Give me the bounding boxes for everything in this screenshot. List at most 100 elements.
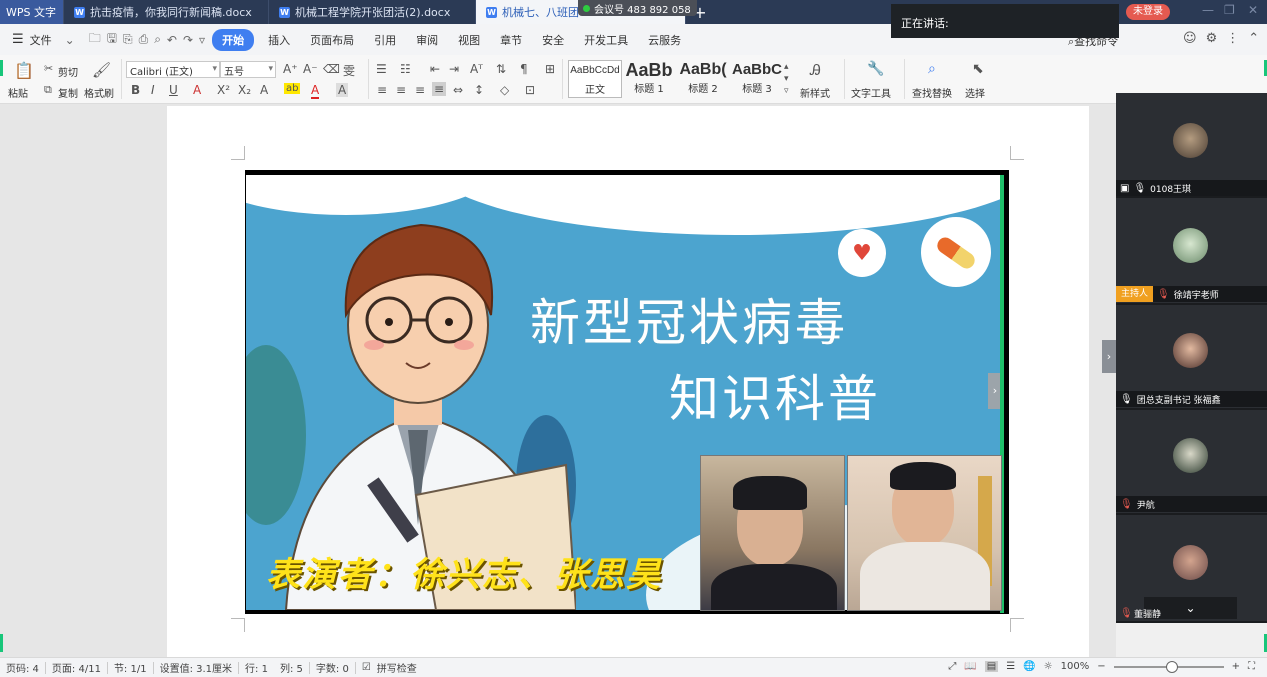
meeting-id-chip[interactable]: 会议号 483 892 058 bbox=[578, 0, 697, 16]
show-marks-icon[interactable]: ¶ bbox=[520, 62, 528, 76]
copy-button[interactable]: 复制 bbox=[58, 85, 78, 100]
paste-button[interactable]: 粘贴 bbox=[8, 85, 28, 100]
maximize-icon[interactable]: ❐ bbox=[1224, 3, 1235, 17]
shrink-font-icon[interactable]: A⁻ bbox=[303, 62, 318, 76]
login-button[interactable]: 未登录 bbox=[1126, 4, 1170, 20]
print-preview-icon[interactable]: ⌕ bbox=[151, 32, 164, 47]
font-color-icon[interactable]: A bbox=[311, 83, 320, 99]
open-folder-icon[interactable]: 🗀 bbox=[86, 29, 104, 50]
tab-wps-app[interactable]: WPS 文字 bbox=[0, 0, 64, 24]
text-tools-button[interactable]: 文字工具 bbox=[851, 85, 891, 100]
outline-view-icon[interactable]: ☰ bbox=[1006, 661, 1015, 672]
zoom-out-icon[interactable]: − bbox=[1097, 661, 1105, 672]
participant-tile[interactable]: 🎙 尹航 bbox=[1116, 410, 1267, 515]
increase-indent-icon[interactable]: ⇥ bbox=[449, 62, 459, 76]
underline-icon[interactable]: U bbox=[169, 83, 178, 97]
spell-check-label[interactable]: 拼写检查 bbox=[377, 660, 417, 675]
zoom-level[interactable]: 100% bbox=[1061, 661, 1090, 672]
participant-tile[interactable]: ⌄ 🎙 董骊静 bbox=[1116, 515, 1267, 623]
find-replace-icon[interactable]: ⌕ bbox=[928, 61, 936, 77]
menu-home[interactable]: 开始 bbox=[212, 28, 255, 51]
font-size-select[interactable]: 五号 bbox=[220, 61, 276, 78]
style-normal[interactable]: AaBbCcDd 正文 bbox=[568, 60, 622, 98]
spell-check-icon[interactable]: ☑ bbox=[356, 662, 377, 673]
format-painter-icon[interactable]: 🖌 bbox=[92, 61, 111, 79]
select-button[interactable]: 选择 bbox=[965, 85, 985, 100]
distribute-icon[interactable]: ⇔ bbox=[453, 83, 463, 97]
menu-insert[interactable]: 插入 bbox=[258, 32, 300, 48]
menu-file[interactable]: 文件 bbox=[28, 32, 62, 48]
superscript-icon[interactable]: X² bbox=[217, 83, 230, 97]
web-view-icon[interactable]: 🌐 bbox=[1023, 661, 1035, 672]
numbered-list-icon[interactable]: ☷ bbox=[400, 62, 411, 76]
style-heading-3[interactable]: AaBbC 标题 3 bbox=[730, 60, 784, 98]
participant-tile[interactable]: ▣ 🎙 0108王琪 bbox=[1116, 93, 1267, 198]
menu-references[interactable]: 引用 bbox=[364, 32, 406, 48]
menu-cloud[interactable]: 云服务 bbox=[638, 32, 691, 48]
more-icon[interactable]: ⋮ bbox=[1226, 31, 1239, 46]
table-icon[interactable]: ⊞ bbox=[545, 62, 555, 76]
status-word-count[interactable]: 字数: 0 bbox=[310, 660, 355, 675]
print-icon[interactable]: ⎙ bbox=[136, 32, 152, 47]
status-page[interactable]: 页面: 4/11 bbox=[46, 660, 107, 675]
zoom-slider-knob[interactable] bbox=[1165, 660, 1178, 673]
char-shading-icon[interactable]: A bbox=[336, 83, 349, 97]
align-right-icon[interactable]: ≡ bbox=[415, 83, 425, 97]
collapse-sidebar-chevron-icon[interactable]: › bbox=[1102, 340, 1116, 373]
line-spacing-icon[interactable]: ↕ bbox=[474, 83, 484, 97]
fullscreen-icon[interactable]: ⤢ bbox=[948, 661, 956, 672]
close-icon[interactable]: ✕ bbox=[1248, 3, 1258, 17]
redo-icon[interactable]: ↷ bbox=[180, 33, 196, 47]
new-style-button[interactable]: 新样式 bbox=[800, 85, 830, 100]
tab-document[interactable]: W 机械工程学院开张团活(2).docx bbox=[269, 0, 476, 24]
fit-page-icon[interactable]: ⛶ bbox=[1248, 661, 1255, 672]
sort-icon[interactable]: ⇅ bbox=[496, 62, 506, 76]
menu-view[interactable]: 视图 bbox=[448, 32, 490, 48]
italic-icon[interactable]: I bbox=[151, 83, 155, 97]
zoom-in-icon[interactable]: + bbox=[1232, 661, 1240, 672]
eye-protect-icon[interactable]: ☼ bbox=[1044, 661, 1053, 672]
borders-icon[interactable]: ⊡ bbox=[525, 83, 535, 97]
cut-icon[interactable]: ✂ bbox=[44, 62, 53, 75]
menu-page-layout[interactable]: 页面布局 bbox=[300, 32, 364, 48]
grow-font-icon[interactable]: A⁺ bbox=[283, 62, 298, 76]
phonetic-icon[interactable]: 雯 bbox=[343, 62, 355, 79]
justify-icon[interactable]: ≡ bbox=[432, 82, 447, 96]
font-name-select[interactable]: Calibri (正文) bbox=[126, 61, 220, 78]
style-heading-2[interactable]: AaBb( 标题 2 bbox=[676, 60, 730, 98]
export-icon[interactable]: ⎘ bbox=[120, 32, 136, 47]
highlight-icon[interactable]: ab bbox=[284, 83, 301, 94]
customize-icon[interactable]: ▿ bbox=[196, 33, 208, 47]
read-mode-icon[interactable]: 📖 bbox=[964, 661, 976, 672]
save-icon[interactable]: 🖫 bbox=[104, 29, 120, 50]
text-effect-icon[interactable]: A bbox=[260, 83, 268, 97]
copy-icon[interactable]: ⧉ bbox=[44, 83, 52, 97]
minimize-icon[interactable]: — bbox=[1202, 3, 1214, 17]
participant-tile[interactable]: 🎙 团总支副书记 张福鑫 bbox=[1116, 305, 1267, 410]
align-center-icon[interactable]: ≡ bbox=[396, 83, 406, 97]
subscript-icon[interactable]: X₂ bbox=[238, 83, 251, 97]
feedback-icon[interactable]: ☺ bbox=[1183, 31, 1197, 46]
bullet-list-icon[interactable]: ☰ bbox=[376, 62, 387, 76]
cursor-icon[interactable]: ⬉ bbox=[972, 61, 984, 77]
find-replace-button[interactable]: 查找替换 bbox=[912, 85, 952, 100]
strikethrough-icon[interactable]: A bbox=[193, 83, 201, 97]
menu-developer[interactable]: 开发工具 bbox=[574, 32, 638, 48]
menu-review[interactable]: 审阅 bbox=[406, 32, 448, 48]
undo-icon[interactable]: ↶ bbox=[164, 33, 180, 47]
text-direction-icon[interactable]: Aᵀ bbox=[470, 62, 483, 76]
decrease-indent-icon[interactable]: ⇤ bbox=[430, 62, 440, 76]
new-style-icon[interactable]: Ꭿ bbox=[810, 61, 821, 79]
format-painter-button[interactable]: 格式刷 bbox=[84, 85, 114, 100]
cut-button[interactable]: 剪切 bbox=[58, 64, 78, 79]
hamburger-menu-icon[interactable]: ☰ bbox=[0, 32, 28, 47]
settings-gear-icon[interactable]: ⚙ bbox=[1206, 31, 1218, 46]
bold-icon[interactable]: B bbox=[131, 83, 140, 97]
zoom-slider[interactable] bbox=[1113, 660, 1224, 673]
menu-chapter[interactable]: 章节 bbox=[490, 32, 532, 48]
menu-security[interactable]: 安全 bbox=[532, 32, 574, 48]
wrench-icon[interactable]: 🔧 bbox=[867, 61, 884, 77]
styles-scroll-icon[interactable]: ▴ ▾ ▿ bbox=[784, 61, 789, 97]
collapse-ribbon-icon[interactable]: ⌃ bbox=[1248, 31, 1259, 46]
align-left-icon[interactable]: ≡ bbox=[377, 83, 387, 97]
